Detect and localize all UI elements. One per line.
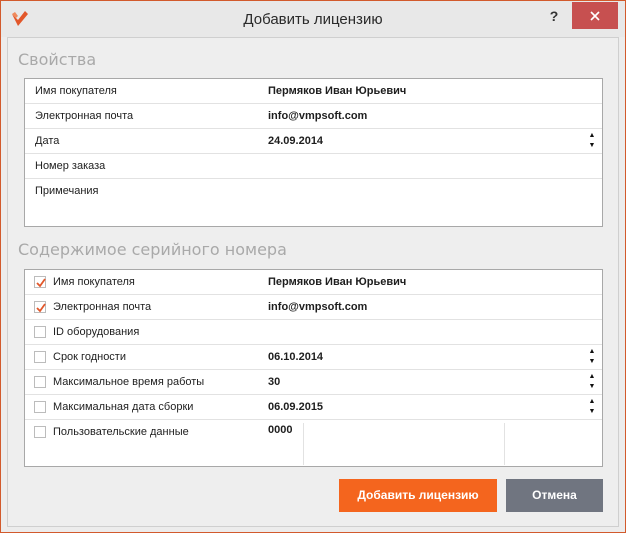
serial-value[interactable]: 30	[268, 376, 280, 388]
serial-value[interactable]: 06.09.2015	[268, 401, 323, 413]
property-label: Дата	[35, 135, 60, 147]
property-label: Имя покупателя	[35, 85, 117, 97]
serial-label: Пользовательские данные	[53, 426, 189, 438]
arrow-up-icon[interactable]: ▲	[584, 347, 600, 357]
close-icon	[590, 11, 600, 24]
expiration-spinner[interactable]: ▲ ▼	[584, 347, 600, 367]
serial-label: Электронная почта	[53, 301, 152, 313]
property-label: Электронная почта	[35, 110, 134, 122]
serial-checkbox[interactable]	[34, 276, 46, 288]
checkmark-icon	[36, 278, 46, 288]
property-row-notes[interactable]: Примечания	[25, 179, 602, 226]
serial-value[interactable]: info@vmpsoft.com	[268, 301, 367, 313]
property-row-customer-name[interactable]: Имя покупателя Пермяков Иван Юрьевич	[25, 79, 602, 104]
properties-panel: Имя покупателя Пермяков Иван Юрьевич Эле…	[24, 78, 603, 227]
ascii-column-divider	[504, 423, 505, 465]
serial-value[interactable]: 06.10.2014	[268, 351, 323, 363]
window-title: Добавить лицензию	[243, 11, 383, 28]
serial-checkbox[interactable]	[34, 351, 46, 363]
date-spinner[interactable]: ▲ ▼	[584, 131, 600, 151]
serial-label: Максимальное время работы	[53, 376, 205, 388]
arrow-down-icon[interactable]: ▼	[584, 407, 600, 417]
user-data-hex-value[interactable]: 0000	[268, 424, 292, 436]
serial-section-title: Содержимое серийного номера	[18, 240, 287, 259]
property-value[interactable]: 24.09.2014	[268, 135, 323, 147]
arrow-up-icon[interactable]: ▲	[584, 131, 600, 141]
property-row-email[interactable]: Электронная почта info@vmpsoft.com	[25, 104, 602, 129]
arrow-down-icon[interactable]: ▼	[584, 382, 600, 392]
build-date-spinner[interactable]: ▲ ▼	[584, 397, 600, 417]
arrow-down-icon[interactable]: ▼	[584, 141, 600, 151]
property-value[interactable]: info@vmpsoft.com	[268, 110, 367, 122]
property-label: Номер заказа	[35, 160, 106, 172]
serial-checkbox[interactable]	[34, 376, 46, 388]
serial-row-customer-name[interactable]: Имя покупателя Пермяков Иван Юрьевич	[25, 270, 602, 295]
serial-panel: Имя покупателя Пермяков Иван Юрьевич Эле…	[24, 269, 603, 467]
serial-label: Максимальная дата сборки	[53, 401, 194, 413]
hex-column-divider	[303, 423, 304, 465]
serial-checkbox[interactable]	[34, 301, 46, 313]
arrow-up-icon[interactable]: ▲	[584, 397, 600, 407]
cancel-button[interactable]: Отмена	[506, 479, 603, 512]
serial-checkbox[interactable]	[34, 426, 46, 438]
serial-row-max-run-time[interactable]: Максимальное время работы 30 ▲ ▼	[25, 370, 602, 395]
serial-row-hardware-id[interactable]: ID оборудования	[25, 320, 602, 345]
add-license-button[interactable]: Добавить лицензию	[339, 479, 497, 512]
help-button[interactable]: ?	[542, 5, 566, 29]
close-button[interactable]	[572, 2, 618, 29]
arrow-down-icon[interactable]: ▼	[584, 357, 600, 367]
serial-row-email[interactable]: Электронная почта info@vmpsoft.com	[25, 295, 602, 320]
serial-value[interactable]: Пермяков Иван Юрьевич	[268, 276, 406, 288]
serial-label: ID оборудования	[53, 326, 140, 338]
properties-section-title: Свойства	[18, 50, 97, 69]
property-value[interactable]: Пермяков Иван Юрьевич	[268, 85, 406, 97]
title-bar[interactable]: Добавить лицензию ?	[1, 1, 625, 37]
serial-row-expiration[interactable]: Срок годности 06.10.2014 ▲ ▼	[25, 345, 602, 370]
property-row-order-number[interactable]: Номер заказа	[25, 154, 602, 179]
serial-label: Срок годности	[53, 351, 126, 363]
property-label: Примечания	[35, 185, 99, 197]
add-license-dialog: Добавить лицензию ? Свойства Имя покупат…	[0, 0, 626, 533]
property-row-date[interactable]: Дата 24.09.2014 ▲ ▼	[25, 129, 602, 154]
run-time-spinner[interactable]: ▲ ▼	[584, 372, 600, 392]
checkmark-icon	[36, 303, 46, 313]
serial-checkbox[interactable]	[34, 326, 46, 338]
serial-row-max-build-date[interactable]: Максимальная дата сборки 06.09.2015 ▲ ▼	[25, 395, 602, 420]
serial-checkbox[interactable]	[34, 401, 46, 413]
serial-label: Имя покупателя	[53, 276, 135, 288]
serial-row-user-data[interactable]: Пользовательские данные 0000	[25, 420, 602, 466]
arrow-up-icon[interactable]: ▲	[584, 372, 600, 382]
